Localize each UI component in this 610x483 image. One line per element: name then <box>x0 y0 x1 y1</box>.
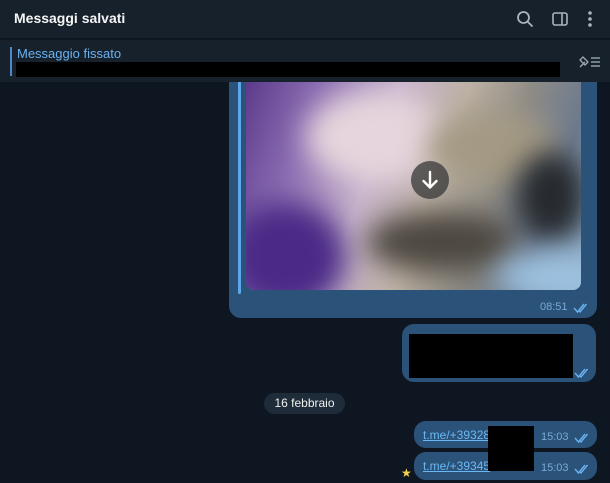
media-message-bubble[interactable]: 08:51 <box>229 82 597 318</box>
more-vertical-icon[interactable] <box>580 9 600 29</box>
message-link[interactable]: t.me/+39345 <box>423 459 490 473</box>
pinned-label: Messaggio fissato <box>17 46 122 61</box>
text-message-bubble[interactable] <box>402 324 596 382</box>
double-check-icon <box>573 303 588 314</box>
message-time: 08:51 <box>540 301 568 313</box>
reply-accent-bar <box>238 82 241 294</box>
message-time: 15:03 <box>541 462 569 474</box>
unpin-list-icon[interactable] <box>576 53 602 71</box>
search-icon[interactable] <box>515 9 535 29</box>
redacted-link-part <box>488 447 534 471</box>
star-icon: ★ <box>401 466 412 480</box>
chat-title: Messaggi salvati <box>14 10 126 26</box>
blurred-photo[interactable] <box>246 82 581 290</box>
message-time: 15:03 <box>541 431 569 443</box>
date-separator: 16 febbraio <box>264 393 345 414</box>
double-check-icon <box>574 433 589 444</box>
pinned-accent-bar <box>10 47 12 76</box>
link-message-bubble[interactable]: t.me/+39328 15:03 <box>414 421 597 471</box>
double-check-icon <box>574 464 589 475</box>
redacted-pinned-text <box>16 62 560 77</box>
redacted-message-text <box>409 334 573 378</box>
download-button[interactable] <box>411 161 449 199</box>
sidebar-toggle-icon[interactable] <box>550 9 570 29</box>
download-icon <box>422 170 438 189</box>
double-check-icon <box>574 368 589 379</box>
chat-header: Messaggi salvati <box>0 0 610 38</box>
message-link[interactable]: t.me/+39328 <box>423 428 490 442</box>
